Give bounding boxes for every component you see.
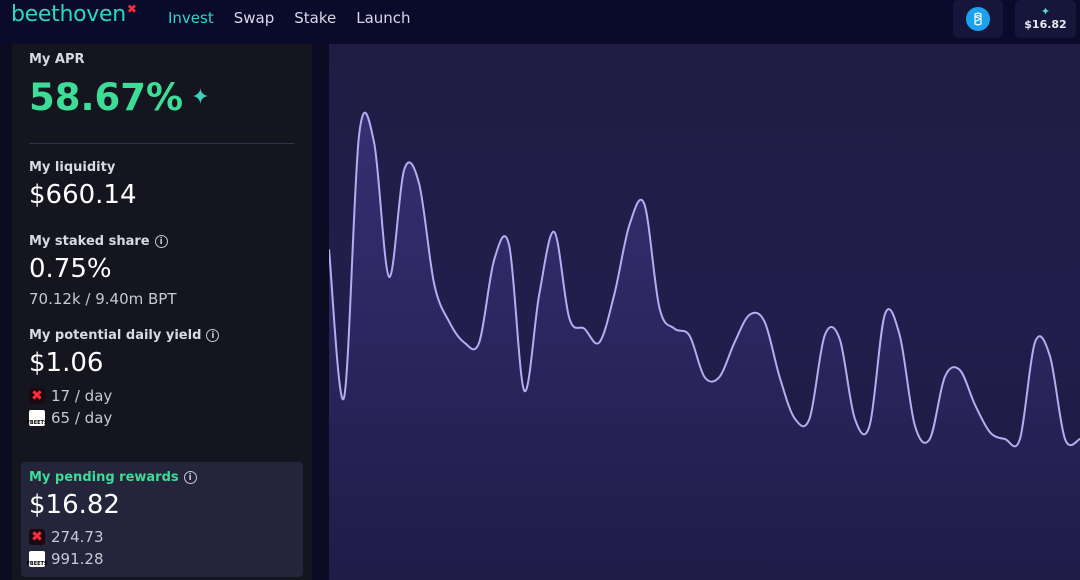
apr-area-chart (328, 111, 1080, 580)
top-nav-bar: beethoven ✖ Invest Swap Stake Launch ✦ $… (0, 0, 1080, 44)
daily-yield-label-text: My potential daily yield (29, 328, 202, 343)
daily-yield-label: My potential daily yield i (29, 328, 220, 343)
nav-launch[interactable]: Launch (356, 9, 410, 27)
nav-swap[interactable]: Swap (234, 9, 275, 27)
yield-token-row: ✖ 17 / day (29, 387, 112, 405)
pending-rewards-value: $16.82 (29, 490, 120, 520)
staked-share-label: My staked share i (29, 234, 168, 249)
logo-text: beethoven (11, 2, 126, 27)
user-stats-panel: My APR 58.67% ✦ My liquidity $660.14 My … (12, 44, 312, 580)
rewards-amount: $16.82 (1024, 18, 1067, 31)
beets-token-icon: ✖ (29, 388, 45, 404)
info-icon[interactable]: i (154, 235, 168, 248)
pending-rewards-label: My pending rewards i (29, 470, 197, 485)
pending-token-row: FBEETS 991.28 (26, 550, 104, 568)
pool-chart[interactable] (328, 44, 1080, 580)
sparkles-icon[interactable]: ✦ (191, 85, 209, 110)
pending-rewards-card: My pending rewards i $16.82 ✖ 274.73 FBE… (21, 462, 303, 577)
yield-token-amount: 65 / day (51, 409, 113, 427)
staked-share-label-text: My staked share (29, 234, 150, 249)
liquidity-label: My liquidity (29, 160, 116, 175)
nav-invest[interactable]: Invest (168, 9, 214, 27)
pending-token-row: ✖ 274.73 (29, 528, 104, 546)
yield-token-amount: 17 / day (51, 387, 113, 405)
beethoven-logo[interactable]: beethoven ✖ (11, 2, 137, 27)
pending-rewards-label-text: My pending rewards (29, 470, 179, 485)
apr-label: My APR (29, 52, 85, 67)
liquidity-value: $660.14 (29, 180, 137, 210)
chart-area-fill (329, 112, 1080, 580)
fbeets-token-icon: FBEETS (26, 410, 48, 426)
sparkles-icon: ✦ (1040, 5, 1051, 18)
info-icon[interactable]: i (206, 329, 220, 342)
divider (29, 143, 294, 144)
fantom-icon (966, 7, 990, 31)
pending-token-amount: 991.28 (51, 550, 104, 568)
apr-value: 58.67% (29, 76, 184, 119)
daily-yield-value: $1.06 (29, 348, 104, 378)
main-nav: Invest Swap Stake Launch (168, 9, 411, 27)
fbeets-token-icon: FBEETS (26, 551, 48, 567)
network-button[interactable] (953, 0, 1003, 38)
staked-share-detail: 70.12k / 9.40m BPT (29, 290, 177, 308)
nav-stake[interactable]: Stake (294, 9, 336, 27)
rewards-button[interactable]: ✦ $16.82 (1015, 0, 1076, 38)
yield-token-row: FBEETS 65 / day (26, 409, 113, 427)
logo-mark-icon: ✖ (126, 2, 137, 16)
beets-token-icon: ✖ (29, 529, 45, 545)
apr-value-row: 58.67% ✦ (29, 76, 210, 119)
staked-share-value: 0.75% (29, 254, 112, 284)
pending-token-amount: 274.73 (51, 528, 104, 546)
info-icon[interactable]: i (183, 471, 197, 484)
